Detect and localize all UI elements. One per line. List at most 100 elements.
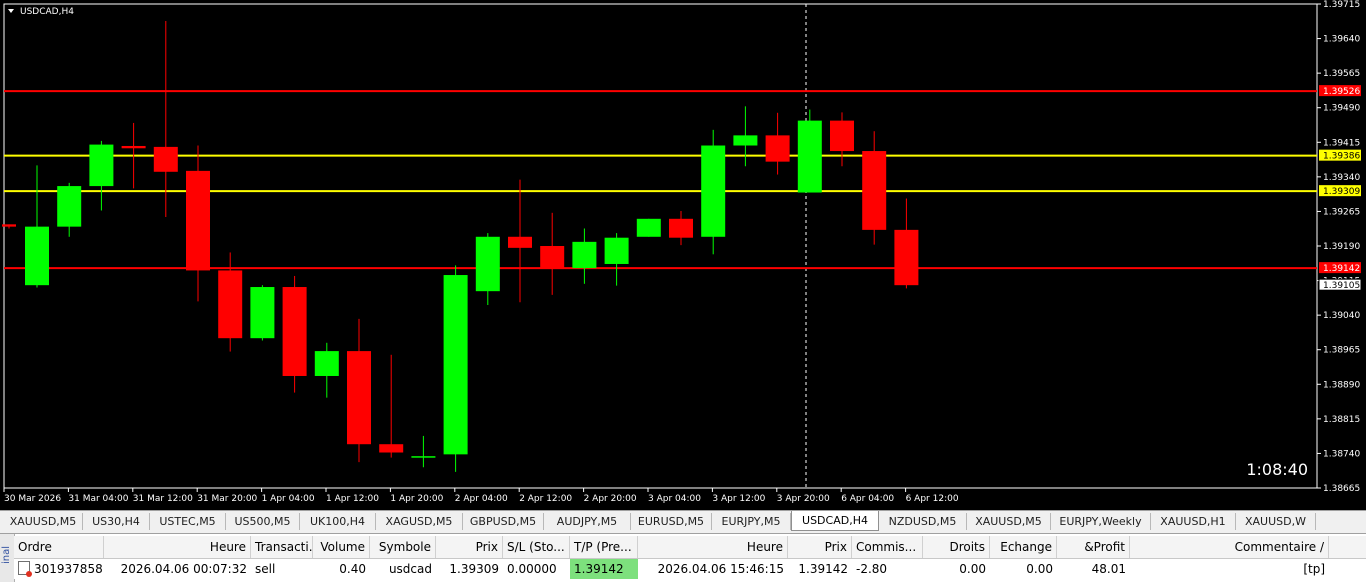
time-tick-label: 2 Apr 20:00 (584, 494, 637, 504)
table-cell: 1.39142 (798, 562, 848, 576)
candle-body[interactable] (347, 351, 371, 445)
table-cell: [tp] (1303, 562, 1325, 576)
candle-body[interactable] (669, 218, 693, 238)
dropdown-arrow-icon[interactable] (8, 9, 14, 13)
chart-tab[interactable]: NZDUSD,M5 (879, 513, 967, 530)
level-price-label: 1.39386 (1323, 152, 1360, 162)
chart-tab[interactable]: US30,H4 (83, 513, 150, 530)
column-header[interactable]: Symbole (370, 536, 436, 558)
current-price-label: 1.39105 (1323, 281, 1360, 291)
column-header[interactable]: T/P (Pre... (570, 536, 638, 558)
candle-body[interactable] (572, 241, 597, 269)
column-header[interactable]: Ordre (14, 536, 104, 558)
candle-body[interactable] (186, 170, 210, 271)
candle-body[interactable] (379, 444, 404, 453)
column-header[interactable]: Commentaire / (1130, 536, 1329, 558)
time-tick-label: 3 Apr 12:00 (712, 494, 765, 504)
price-tick-label: 1.38965 (1323, 346, 1360, 356)
terminal-header: OrdreHeureTransacti...VolumeSymbolePrixS… (14, 536, 1366, 559)
table-cell: sell (255, 562, 276, 576)
chart-tab[interactable]: GBPUSD,M5 (463, 513, 544, 530)
table-cell: 2026.04.06 15:46:15 (657, 562, 784, 576)
price-tick-label: 1.39190 (1323, 242, 1360, 252)
column-header[interactable]: Droits (923, 536, 990, 558)
candle-body[interactable] (443, 275, 468, 455)
chart-tab[interactable]: XAUUSD,H1 (1151, 513, 1236, 530)
column-header[interactable]: Volume (313, 536, 370, 558)
candlestick-chart[interactable]: USDCAD,H4 1.39715 1.39640 1.39565 1.39490 1.3… (0, 0, 1366, 510)
table-cell: -2.80 (856, 562, 888, 576)
terminal-side-label[interactable]: inal (0, 534, 15, 582)
chart-tab[interactable]: UK100,H4 (300, 513, 376, 530)
candle-body[interactable] (862, 151, 887, 230)
column-header[interactable]: Heure (638, 536, 788, 558)
chart-tab[interactable]: EURUSD,M5 (631, 513, 712, 530)
candle-body[interactable] (153, 146, 178, 172)
price-tick-label: 1.39565 (1323, 69, 1360, 79)
table-cell: usdcad (388, 562, 432, 576)
chart-tab[interactable]: USDCAD,H4 (791, 511, 879, 531)
table-row[interactable]: 301937858 2026.04.06 00:07:32 sell 0.40 usdc… (14, 559, 1366, 579)
candle-body[interactable] (765, 135, 790, 162)
level-price-label: 1.39142 (1323, 264, 1360, 274)
time-tick-label: 31 Mar 12:00 (133, 494, 193, 504)
price-tick-label: 1.39040 (1323, 311, 1360, 321)
column-header[interactable]: Prix (788, 536, 852, 558)
terminal-label: inal (1, 545, 12, 564)
candle-body[interactable] (57, 186, 82, 227)
column-header[interactable]: &Profit (1057, 536, 1130, 558)
candle-body[interactable] (733, 135, 758, 146)
candle-body[interactable] (314, 351, 339, 376)
price-tick-label: 1.39490 (1323, 104, 1360, 114)
price-tick-label: 1.38815 (1323, 415, 1360, 425)
candle-body[interactable] (475, 236, 500, 292)
candle-body[interactable] (218, 270, 243, 339)
table-cell: 2026.04.06 00:07:32 (120, 562, 247, 576)
column-header[interactable]: S/L (Sto... (503, 536, 570, 558)
chart-tab[interactable]: XAUUSD,M5 (967, 513, 1051, 530)
price-tick-label: 1.39415 (1323, 138, 1360, 148)
column-header[interactable]: Echange (990, 536, 1057, 558)
table-cell: 301937858 (14, 559, 104, 579)
price-tick-label: 1.38665 (1323, 484, 1360, 494)
candle-body[interactable] (604, 237, 629, 264)
candle-body[interactable] (894, 229, 919, 286)
candle-body[interactable] (797, 120, 822, 193)
chart-tab[interactable]: EURJPY,Weekly (1051, 513, 1151, 530)
countdown-timer: 1:08:40 (1246, 460, 1308, 479)
candle-body[interactable] (701, 145, 726, 237)
table-cell: 1.39142 (570, 559, 638, 579)
candle-body[interactable] (89, 144, 114, 187)
candle-body[interactable] (540, 246, 565, 270)
time-tick-label: 3 Apr 04:00 (648, 494, 701, 504)
chart-tab[interactable]: XAGUSD,M5 (376, 513, 463, 530)
time-tick-label: 1 Apr 20:00 (390, 494, 443, 504)
price-tick-label: 1.39265 (1323, 207, 1360, 217)
chart-tab[interactable]: XAUUSD,W (1236, 513, 1316, 530)
chart-window[interactable]: USDCAD,H4 1.39715 1.39640 1.39565 1.39490 1.3… (0, 0, 1366, 510)
chart-tab[interactable]: EURJPY,M5 (712, 513, 791, 530)
candle-body[interactable] (508, 236, 532, 248)
candle-body[interactable] (25, 226, 49, 286)
column-header[interactable]: Transacti... (251, 536, 313, 558)
candle-body[interactable] (250, 287, 275, 339)
table-cell: 0.00 (1026, 562, 1053, 576)
chart-tab[interactable]: AUDJPY,M5 (544, 513, 631, 530)
chart-tab[interactable]: USTEC,M5 (150, 513, 226, 530)
candle-body[interactable] (830, 120, 854, 152)
column-header[interactable]: Prix (436, 536, 503, 558)
column-header[interactable]: Heure (104, 536, 251, 558)
candle-body[interactable] (121, 145, 146, 149)
chart-tab[interactable]: XAUUSD,M5 (4, 513, 83, 530)
time-tick-label: 6 Apr 12:00 (906, 494, 959, 504)
time-tick-label: 3 Apr 20:00 (777, 494, 830, 504)
candle-body[interactable] (2, 224, 16, 227)
column-header[interactable]: Commis... (852, 536, 923, 558)
chart-tabs-bar: XAUUSD,M5 US30,H4 USTEC,M5 US500,M5 UK100,H4… (0, 510, 1366, 533)
candle-body[interactable] (282, 287, 307, 376)
candle-body[interactable] (636, 218, 661, 237)
candle-body[interactable] (411, 456, 436, 458)
table-cell: 0.00 (959, 562, 986, 576)
chart-tab[interactable]: US500,M5 (226, 513, 300, 530)
time-tick-label: 31 Mar 20:00 (197, 494, 257, 504)
